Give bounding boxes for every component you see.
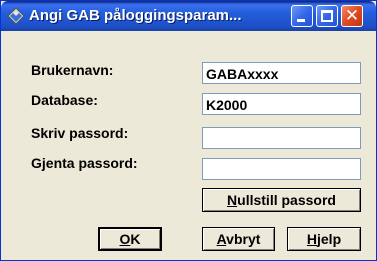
database-label: Database: (31, 92, 98, 108)
repeat-password-field[interactable] (202, 158, 361, 180)
minimize-icon (297, 19, 305, 22)
database-field[interactable] (202, 93, 361, 115)
close-button[interactable]: ✕ (341, 5, 363, 27)
login-params-dialog: Angi GAB påloggingsparam... ✕ Brukernavn… (0, 0, 377, 261)
window-title: Angi GAB påloggingsparam... (29, 7, 242, 24)
help-button[interactable]: Hjelp (287, 227, 361, 251)
username-label: Brukernavn: (31, 62, 114, 78)
close-icon: ✕ (344, 6, 360, 26)
reset-password-button[interactable]: Nullstill passord (202, 188, 361, 212)
password-field[interactable] (202, 127, 361, 149)
repeat-password-label: Gjenta passord: (31, 155, 138, 171)
title-bar[interactable]: Angi GAB påloggingsparam... ✕ (1, 1, 376, 31)
maximize-button[interactable] (316, 5, 338, 27)
password-label: Skriv passord: (31, 125, 129, 141)
maximize-icon (321, 10, 333, 22)
ok-button[interactable]: OK (98, 227, 162, 251)
app-diamond-icon (7, 7, 25, 25)
username-field[interactable] (202, 62, 361, 84)
cancel-button[interactable]: Avbryt (202, 227, 275, 251)
minimize-button[interactable] (291, 5, 313, 27)
